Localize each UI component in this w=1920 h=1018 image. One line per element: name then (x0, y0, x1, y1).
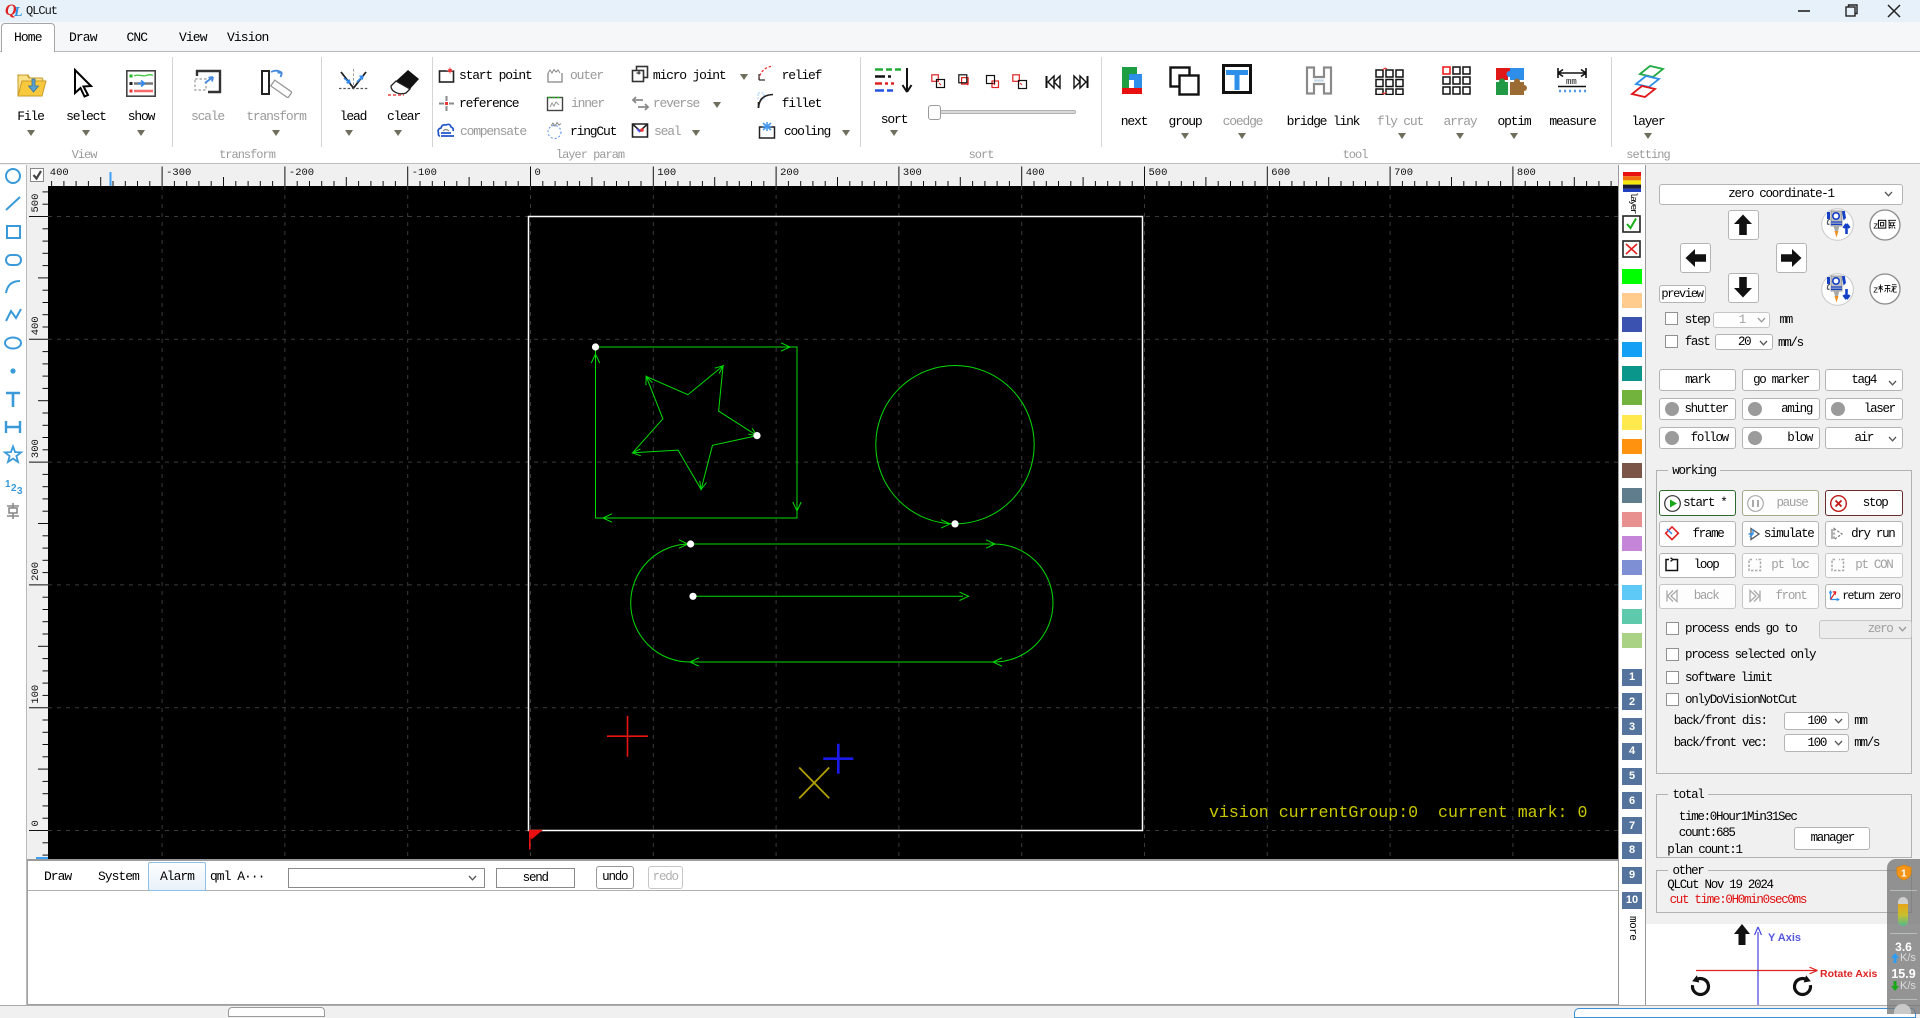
svg-text:800: 800 (1517, 167, 1536, 179)
svg-text:Rotate Axis: Rotate Axis (1820, 968, 1878, 980)
svg-text:z: z (1873, 221, 1878, 231)
svg-text:300: 300 (903, 167, 922, 179)
svg-text:-300: -300 (166, 167, 191, 179)
svg-text:vision currentGroup:0 current: vision currentGroup:0 current mark: 0 (1209, 803, 1587, 822)
svg-text:300: 300 (30, 439, 42, 458)
svg-text:-200: -200 (289, 167, 314, 179)
svg-text:200: 200 (30, 562, 42, 581)
svg-text:z: z (1873, 286, 1878, 296)
svg-text:500: 500 (1149, 167, 1168, 179)
svg-text:-400: -400 (48, 167, 69, 179)
svg-text:0: 0 (30, 820, 42, 826)
svg-text:3: 3 (17, 486, 23, 497)
svg-text:400: 400 (1026, 167, 1045, 179)
svg-text:200: 200 (780, 167, 799, 179)
svg-text:600: 600 (1271, 167, 1290, 179)
svg-text:100: 100 (657, 167, 676, 179)
svg-text:-100: -100 (412, 167, 437, 179)
svg-text:Y Axis: Y Axis (1768, 932, 1801, 944)
svg-text:100: 100 (30, 685, 42, 704)
svg-text:400: 400 (30, 316, 42, 335)
svg-text:mm: mm (1566, 77, 1577, 87)
svg-text:0: 0 (535, 167, 541, 179)
svg-text:1: 1 (1901, 868, 1907, 879)
svg-text:700: 700 (1394, 167, 1413, 179)
svg-text:500: 500 (30, 194, 42, 213)
